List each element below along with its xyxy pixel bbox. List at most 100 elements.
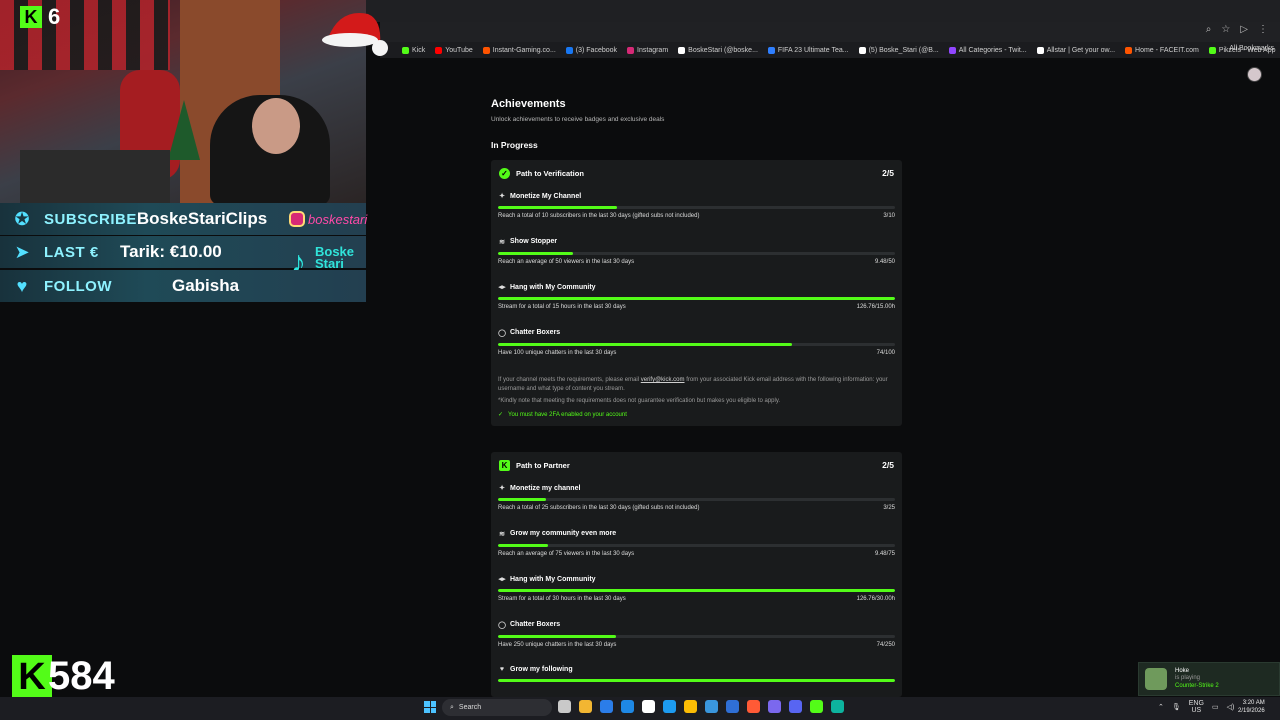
requirement-value: 9.48/75: [874, 550, 895, 557]
system-clock[interactable]: 3:20 AM 2/19/2026: [1238, 699, 1265, 715]
bookmark-favicon-icon: [1036, 46, 1044, 54]
bookmark-item[interactable]: (3) Facebook: [565, 46, 617, 54]
last-value: Tarik: €10.00: [120, 242, 222, 261]
arrow-icon: ➤: [14, 241, 30, 262]
requirement-value: 3/25: [883, 505, 895, 511]
requirement-value: 126.76/30.00h: [856, 596, 895, 602]
verification-card: ✓ Path to Verification 2/5 ✦ Monetize My …: [491, 160, 902, 426]
requirement-row: ✦ Monetize My Channel Reach a total of 10 …: [491, 186, 902, 232]
bookmark-item[interactable]: YouTube: [435, 46, 473, 54]
bookmark-label: BoskeStari (@boske...: [688, 46, 758, 54]
bookmark-favicon-icon: [402, 46, 409, 54]
bookmark-favicon-icon: [482, 46, 490, 54]
requirement-row: ♥ Grow my following: [491, 660, 902, 697]
progress-fill: [498, 543, 549, 547]
requirement-row: ✦ Monetize my channel Reach a total of 25 …: [491, 478, 902, 524]
taskbar-app-icon[interactable]: [600, 700, 613, 713]
bookmark-item[interactable]: Kick: [402, 46, 425, 54]
santa-hat-icon: [322, 13, 388, 56]
bookmark-item[interactable]: Home - FACEIT.com: [1125, 46, 1199, 54]
requirement-icon: ◂▸: [498, 284, 506, 291]
progress-track: [498, 543, 895, 547]
taskbar-app-icon[interactable]: [831, 700, 844, 713]
tiktok-logo: ♪ Boske Stari: [284, 245, 354, 279]
instagram-icon: [289, 211, 305, 227]
bookmark-item[interactable]: FIFA 23 Ultimate Tea...: [767, 46, 849, 54]
requirement-description: Reach an average of 75 viewers in the la…: [498, 550, 635, 557]
requirement-description: Reach a total of 25 subscribers in the l…: [498, 505, 700, 511]
bookmark-label: (5) Boske_Stari (@B...: [868, 46, 939, 54]
bookmark-favicon-icon: [1208, 46, 1216, 54]
follower-count: K 584: [12, 654, 115, 699]
user-avatar[interactable]: [1247, 67, 1262, 82]
requirement-description: Reach a total of 10 subscribers in the l…: [498, 213, 700, 219]
webcam-feed: [0, 0, 366, 205]
progress-track: [498, 206, 895, 209]
taskbar-app-icon[interactable]: [810, 700, 823, 713]
windows-start-icon[interactable]: [424, 701, 436, 713]
friend-avatar: [1145, 668, 1167, 690]
taskbar-app-icon[interactable]: [642, 700, 655, 713]
requirement-value: 74/250: [876, 641, 895, 648]
progress-fill: [498, 679, 895, 682]
requirement-title: Grow my following: [510, 666, 573, 673]
extension-icon[interactable]: ▷: [1240, 24, 1248, 35]
all-bookmarks-button[interactable]: All Bookmarks: [1229, 45, 1274, 52]
bookmark-item[interactable]: Allstar | Get your ow...: [1036, 46, 1115, 54]
menu-icon[interactable]: ⋮: [1258, 24, 1268, 35]
requirement-title: Monetize my channel: [510, 484, 581, 492]
taskbar-app-icon[interactable]: [768, 700, 781, 713]
check-icon: ✓: [498, 412, 504, 418]
bookmark-label: Instagram: [637, 46, 669, 54]
taskbar-app-icon[interactable]: [579, 700, 592, 713]
verification-note: If your channel meets the requirements, …: [491, 368, 902, 406]
progress-track: [498, 679, 895, 682]
viewer-count: K 6: [20, 4, 60, 30]
taskbar-search[interactable]: ⌕ Search: [442, 699, 552, 716]
requirement-description: Reach an average of 50 viewers in the la…: [498, 258, 635, 265]
star-icon[interactable]: ☆: [1221, 24, 1230, 35]
bookmark-item[interactable]: Instant-Gaming.co...: [482, 46, 556, 54]
lang-region[interactable]: US: [1191, 707, 1201, 714]
follow-value: Gabisha: [172, 276, 240, 295]
verify-email-link[interactable]: verify@kick.com: [641, 377, 685, 383]
requirement-title: Monetize My Channel: [510, 192, 582, 200]
bookmark-item[interactable]: Instagram: [627, 46, 669, 54]
bookmark-item[interactable]: All Categories - Twit...: [948, 46, 1027, 54]
game-notification[interactable]: Hoke is playing Counter-Strike 2: [1138, 662, 1280, 696]
requirement-value: 3/10: [883, 213, 895, 219]
taskbar-app-icon[interactable]: [726, 700, 739, 713]
bookmark-favicon-icon: [767, 46, 775, 54]
clock-date: 2/19/2026: [1238, 708, 1265, 714]
tiktok-name-2: Stari: [315, 256, 344, 271]
card-title: Path to Partner: [516, 460, 570, 470]
bookmark-item[interactable]: (5) Boske_Stari (@B...: [858, 46, 939, 54]
taskbar-apps: [558, 700, 844, 713]
taskbar-app-icon[interactable]: [663, 700, 676, 713]
zoom-icon[interactable]: ⌕: [1206, 24, 1212, 35]
tiktok-icon: ♪: [291, 245, 306, 279]
taskbar-app-icon[interactable]: [705, 700, 718, 713]
browser-toolbar: [380, 22, 1280, 42]
bookmark-label: Home - FACEIT.com: [1135, 46, 1199, 54]
taskbar-app-icon[interactable]: [789, 700, 802, 713]
requirement-title: Hang with My Community: [510, 575, 596, 583]
search-placeholder: Search: [458, 704, 482, 711]
progress-fill: [498, 589, 895, 592]
taskbar-app-icon[interactable]: [621, 700, 634, 713]
partner-card: K Path to Partner 2/5 ✦ Monetize my chann…: [491, 452, 902, 697]
taskbar-app-icon[interactable]: [558, 700, 571, 713]
requirement-row: ≋ Grow my community even more Reach an ave…: [491, 524, 902, 570]
lang-code[interactable]: ENG: [1189, 700, 1204, 707]
bookmark-favicon-icon: [678, 46, 686, 54]
taskbar-app-icon[interactable]: [747, 700, 760, 713]
kick-logo-icon: K: [499, 459, 510, 471]
requirement-value: 74/100: [876, 349, 895, 356]
volume-icon[interactable]: ◁): [1227, 703, 1235, 711]
network-icon[interactable]: ▭: [1212, 703, 1219, 711]
bookmark-item[interactable]: BoskeStari (@boske...: [678, 46, 758, 54]
twofa-text: You must have 2FA enabled on your accoun…: [508, 411, 627, 418]
taskbar-app-icon[interactable]: [684, 700, 697, 713]
chevron-up-icon[interactable]: ⌃: [1158, 703, 1164, 711]
mic-icon[interactable]: 🎙: [1172, 703, 1181, 711]
